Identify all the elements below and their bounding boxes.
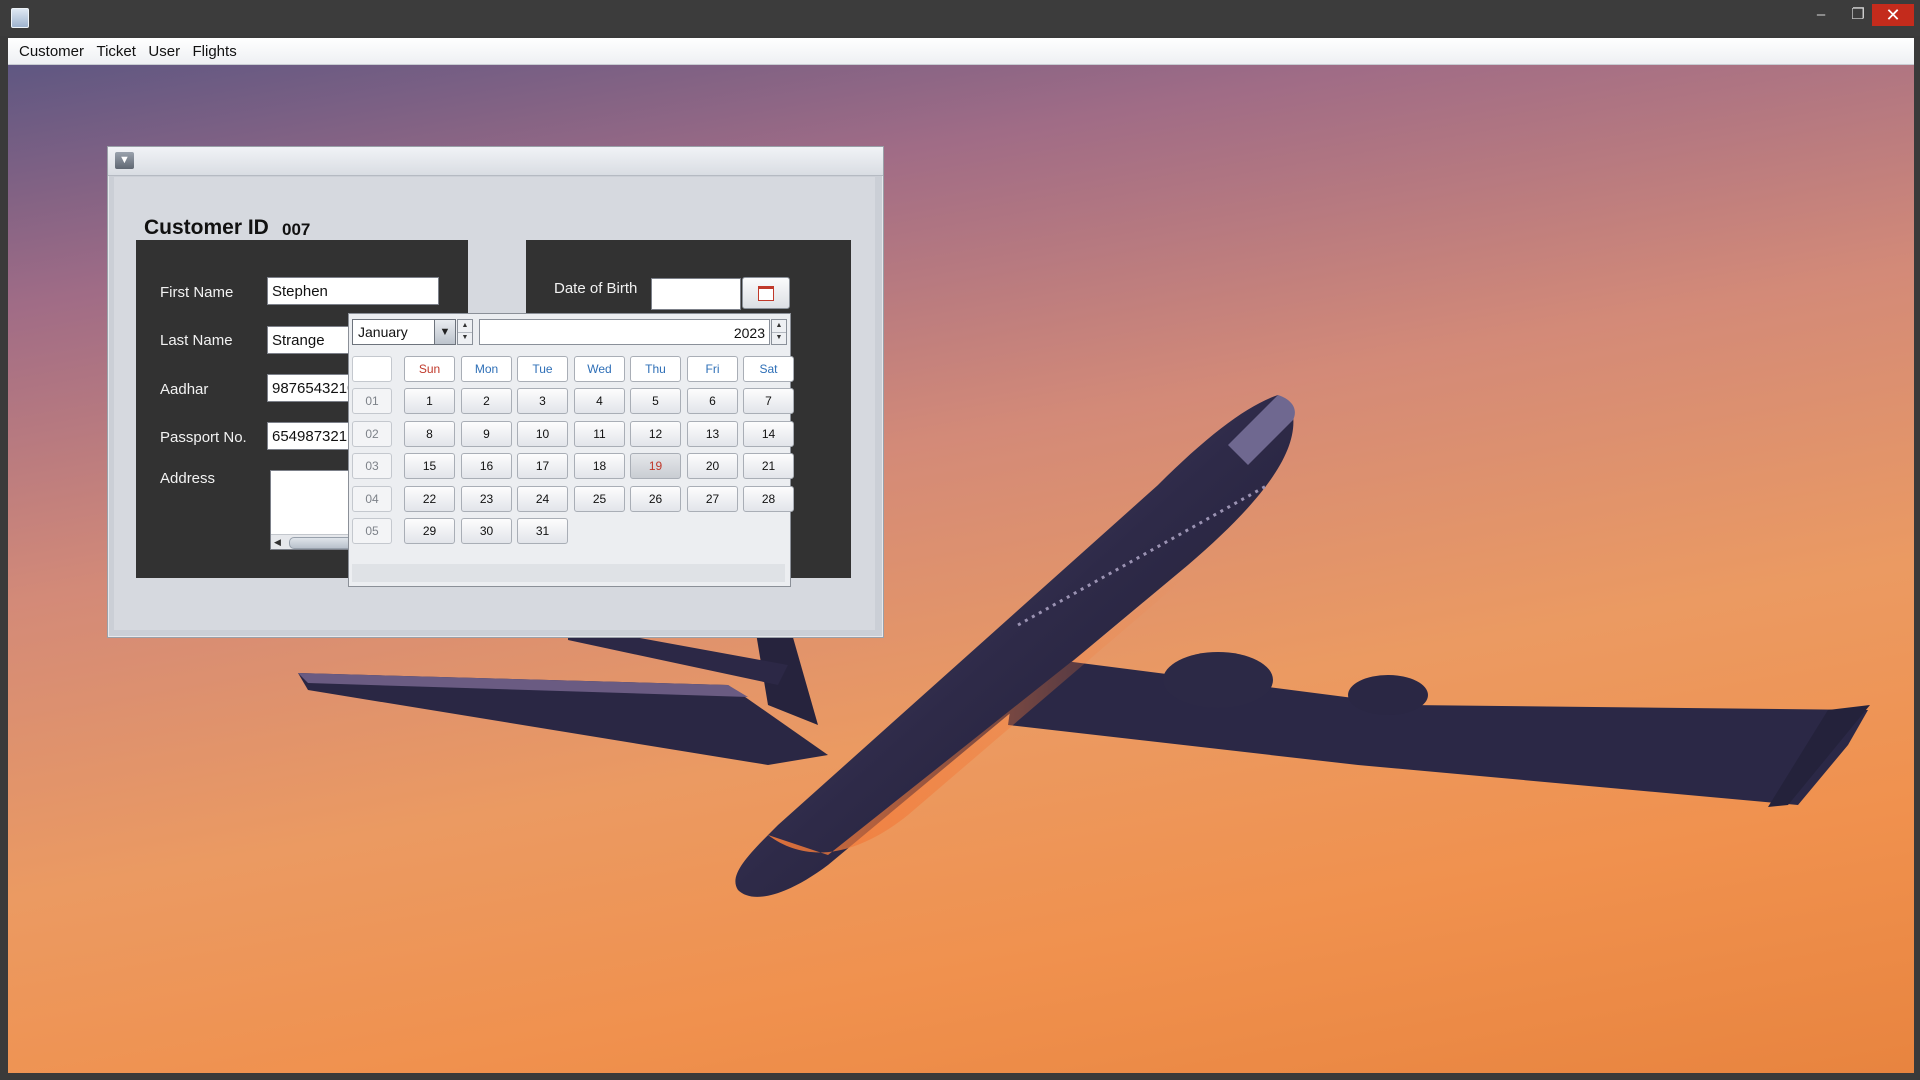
day-button[interactable]: 20 <box>687 453 738 479</box>
spin-down-icon[interactable]: ▼ <box>772 332 786 344</box>
scroll-left-icon[interactable]: ◀ <box>274 535 281 549</box>
passport-field[interactable]: 654987321 <box>267 422 357 450</box>
last-name-field[interactable]: Strange <box>267 326 357 354</box>
year-field[interactable]: 2023 <box>479 319 770 345</box>
day-button[interactable]: 5 <box>630 388 681 414</box>
month-dropdown[interactable]: January ▼ <box>352 319 456 345</box>
address-horizontal-scrollbar[interactable]: ◀ <box>271 534 359 549</box>
weekday-header-thu: Thu <box>630 356 681 382</box>
day-button[interactable]: 8 <box>404 421 455 447</box>
minimize-button[interactable]: – <box>1801 4 1841 26</box>
internal-frame-titlebar: ▼ <box>108 147 883 176</box>
day-button[interactable]: 7 <box>743 388 794 414</box>
date-picker-button[interactable] <box>742 277 790 309</box>
dob-label: Date of Birth <box>554 280 638 297</box>
day-button[interactable]: 15 <box>404 453 455 479</box>
calendar-popup: January ▼ ▲ ▼ 2023 ▲ ▼ Sun Mon Tue Wed Thu Fr… <box>348 313 794 587</box>
day-button[interactable]: 1 <box>404 388 455 414</box>
day-button[interactable]: 29 <box>404 518 455 544</box>
menu-ticket[interactable]: Ticket <box>92 38 139 66</box>
menu-customer[interactable]: Customer <box>15 38 88 66</box>
spin-down-icon[interactable]: ▼ <box>458 332 472 344</box>
day-button[interactable]: 24 <box>517 486 568 512</box>
day-button[interactable]: 14 <box>743 421 794 447</box>
calendar-icon <box>758 286 774 301</box>
day-button[interactable]: 6 <box>687 388 738 414</box>
weekday-header-mon: Mon <box>461 356 512 382</box>
weekday-header-wed: Wed <box>574 356 625 382</box>
week-number: 02 <box>352 421 392 447</box>
day-button[interactable]: 26 <box>630 486 681 512</box>
menu-bar: Customer Ticket User Flights <box>8 38 1914 65</box>
day-button[interactable]: 16 <box>461 453 512 479</box>
chevron-down-icon[interactable]: ▼ <box>115 152 134 169</box>
menu-flights[interactable]: Flights <box>189 38 241 66</box>
week-number: 04 <box>352 486 392 512</box>
day-button[interactable]: 21 <box>743 453 794 479</box>
dob-field[interactable] <box>651 278 741 310</box>
day-button[interactable]: 22 <box>404 486 455 512</box>
scroll-thumb[interactable] <box>289 537 357 549</box>
day-button[interactable]: 2 <box>461 388 512 414</box>
day-button[interactable]: 30 <box>461 518 512 544</box>
customer-id-label: Customer ID <box>144 216 269 239</box>
weekday-header-fri: Fri <box>687 356 738 382</box>
window-titlebar: – ❐ ✕ <box>0 0 1920 36</box>
week-number: 03 <box>352 453 392 479</box>
passport-label: Passport No. <box>160 429 247 446</box>
week-number: 05 <box>352 518 392 544</box>
first-name-field[interactable]: Stephen <box>267 277 439 305</box>
day-button[interactable]: 9 <box>461 421 512 447</box>
address-label: Address <box>160 470 216 487</box>
customer-id-value: 007 <box>282 220 311 239</box>
week-number: 01 <box>352 388 392 414</box>
weekday-header-sat: Sat <box>743 356 794 382</box>
day-button[interactable]: 28 <box>743 486 794 512</box>
menu-user[interactable]: User <box>144 38 184 66</box>
aadhar-field[interactable]: 9876543210 <box>267 374 357 402</box>
close-button[interactable]: ✕ <box>1872 4 1914 26</box>
year-value: 2023 <box>733 325 765 341</box>
day-button[interactable]: 17 <box>517 453 568 479</box>
day-button[interactable]: 23 <box>461 486 512 512</box>
day-button[interactable]: 31 <box>517 518 568 544</box>
day-button[interactable]: 12 <box>630 421 681 447</box>
day-button[interactable]: 11 <box>574 421 625 447</box>
chevron-down-icon[interactable]: ▼ <box>434 320 455 344</box>
first-name-label: First Name <box>160 284 234 301</box>
day-button[interactable]: 3 <box>517 388 568 414</box>
day-button[interactable]: 10 <box>517 421 568 447</box>
calendar-footer <box>352 564 785 582</box>
calendar-corner-cell <box>352 356 392 382</box>
aadhar-label: Aadhar <box>160 381 209 398</box>
day-button[interactable]: 27 <box>687 486 738 512</box>
day-button[interactable]: 25 <box>574 486 625 512</box>
month-spinner[interactable]: ▲ ▼ <box>457 319 473 345</box>
day-button[interactable]: 13 <box>687 421 738 447</box>
day-button[interactable]: 19 <box>630 453 681 479</box>
last-name-label: Last Name <box>160 332 233 349</box>
weekday-header-tue: Tue <box>517 356 568 382</box>
java-app-icon <box>11 8 29 28</box>
month-value: January <box>358 324 408 340</box>
day-button[interactable]: 4 <box>574 388 625 414</box>
year-spinner[interactable]: ▲ ▼ <box>771 319 787 345</box>
day-button[interactable]: 18 <box>574 453 625 479</box>
weekday-header-sun: Sun <box>404 356 455 382</box>
